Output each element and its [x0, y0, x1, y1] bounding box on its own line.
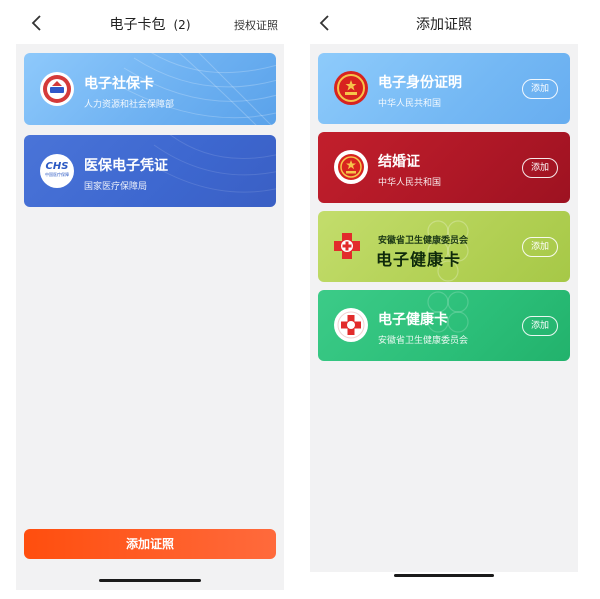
home-indicator: [99, 579, 201, 582]
national-emblem-icon: [334, 71, 368, 105]
card-subtitle: 中华人民共和国: [378, 99, 442, 109]
add-license-button[interactable]: 添加证照: [24, 529, 276, 559]
chs-logo-text: CHS: [45, 161, 69, 172]
card-list: 电子社保卡 人力资源和社会保障部 CHS 中国医疗保障 医保电子凭证 国家医疗保…: [16, 44, 284, 590]
nav-bar: 添加证照: [310, 0, 578, 44]
red-cross-icon: [332, 231, 362, 261]
page-title: 添加证照: [416, 17, 472, 33]
electronic-health-card[interactable]: 电子健康卡 安徽省卫生健康委员会 添加: [318, 290, 570, 361]
id-proof-card[interactable]: 电子身份证明 中华人民共和国 添加: [318, 53, 570, 124]
card-title: 医保电子凭证: [84, 158, 168, 174]
health-card-banner[interactable]: 安徽省卫生健康委员会 电子健康卡 添加: [318, 211, 570, 282]
add-button[interactable]: 添加: [522, 236, 558, 257]
card-count: (2): [173, 18, 191, 32]
home-indicator: [394, 574, 494, 577]
marriage-certificate-card[interactable]: 结婚证 中华人民共和国 添加: [318, 132, 570, 203]
card-title: 结婚证: [378, 154, 420, 170]
red-cross-icon: [334, 308, 368, 342]
chs-logo-icon: CHS 中国医疗保障: [40, 154, 74, 188]
social-security-card[interactable]: 电子社保卡 人力资源和社会保障部: [24, 53, 276, 125]
card-subtitle: 国家医疗保障局: [84, 182, 148, 192]
add-button[interactable]: 添加: [522, 78, 558, 99]
national-emblem-icon: [334, 150, 368, 184]
card-subtitle: 中华人民共和国: [378, 178, 442, 188]
social-security-emblem-icon: [40, 72, 74, 106]
card-subtitle: 人力资源和社会保障部: [84, 100, 175, 110]
add-button[interactable]: 添加: [522, 315, 558, 336]
nav-bar: 电子卡包 (2) 授权证照: [16, 0, 284, 44]
card-wallet-screen: 电子卡包 (2) 授权证照 电子社保卡 人力资源和社会保障部 CHS 中国医疗保…: [16, 0, 284, 590]
add-license-screen: 添加证照 电子身份证明 中华人民共和国 添加 结婚证 中华人民共和国 添加 安徽…: [310, 0, 578, 590]
chs-logo-subtext: 中国医疗保障: [45, 172, 69, 177]
card-subtitle: 安徽省卫生健康委员会: [378, 336, 469, 346]
card-title: 电子健康卡: [378, 312, 448, 328]
card-title: 电子社保卡: [84, 76, 154, 92]
medical-insurance-card[interactable]: CHS 中国医疗保障 医保电子凭证 国家医疗保障局: [24, 135, 276, 207]
add-button[interactable]: 添加: [522, 157, 558, 178]
license-list: 电子身份证明 中华人民共和国 添加 结婚证 中华人民共和国 添加 安徽省卫生健康…: [310, 44, 578, 572]
card-title: 电子身份证明: [378, 75, 462, 91]
page-title-text: 电子卡包: [109, 17, 166, 33]
authorize-license-link[interactable]: 授权证照: [234, 17, 278, 33]
issuer-text: 安徽省卫生健康委员会: [378, 236, 469, 246]
card-title: 电子健康卡: [376, 250, 462, 269]
